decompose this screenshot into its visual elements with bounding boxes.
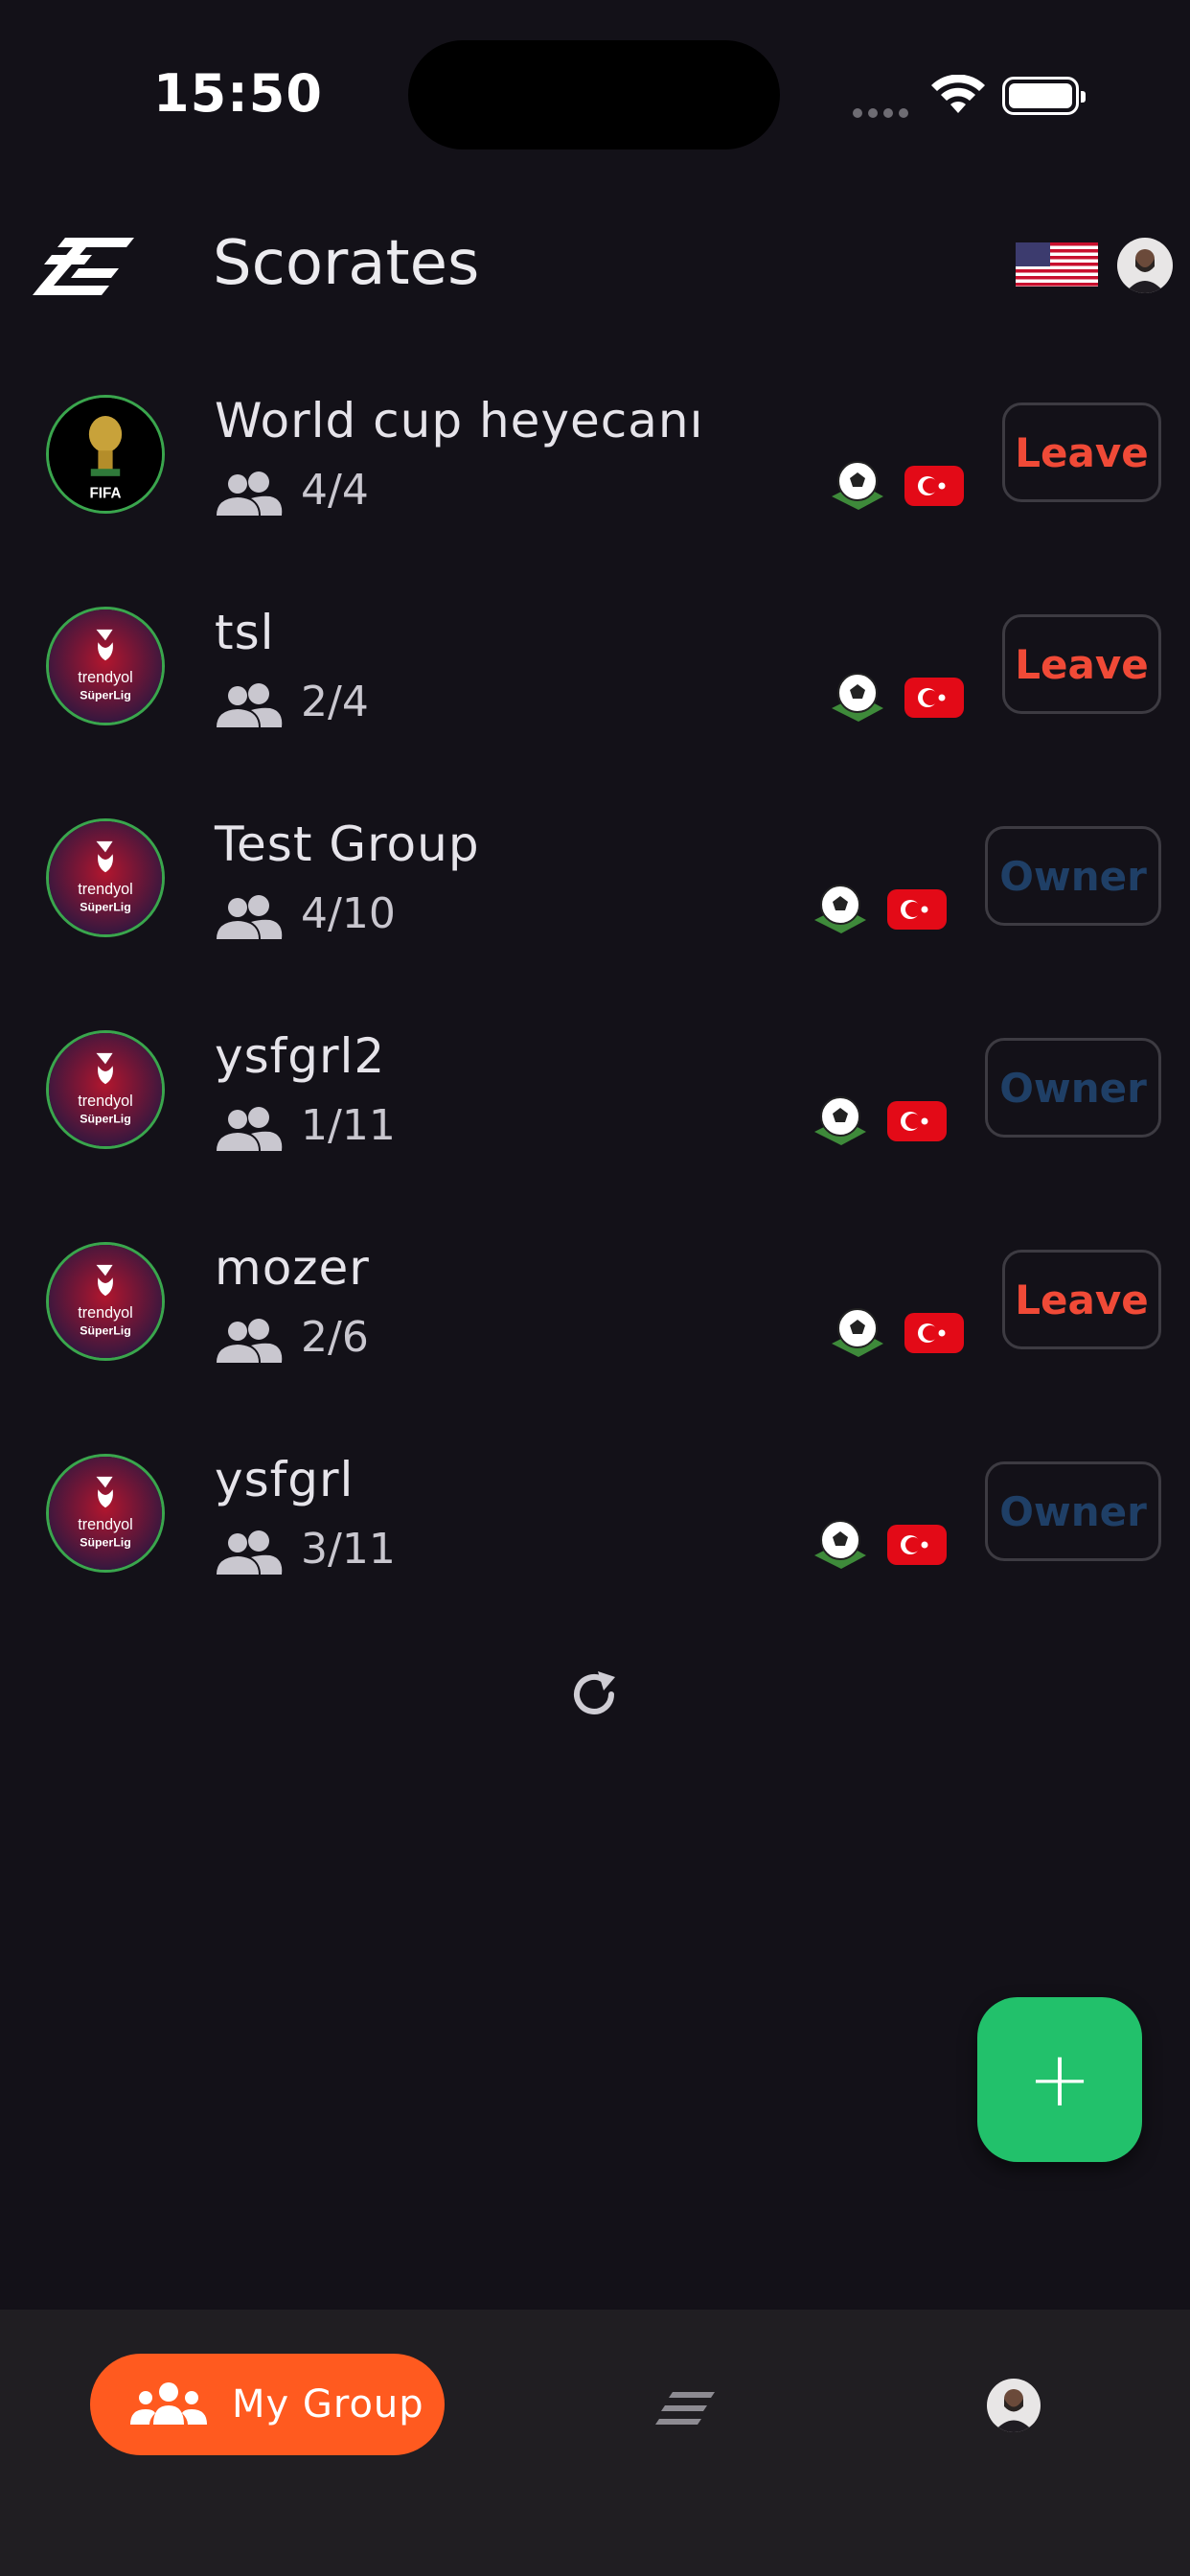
owner-button[interactable]: Owner: [985, 1461, 1161, 1561]
trendyol-superlig-logo: trendyol SüperLig: [46, 818, 165, 937]
logo-text: SüperLig: [80, 688, 131, 702]
trendyol-superlig-logo: trendyol SüperLig: [46, 1454, 165, 1573]
member-count-text: 4/10: [301, 889, 396, 938]
scorates-list-icon[interactable]: [655, 2390, 717, 2428]
status-time: 15:50: [153, 63, 323, 124]
bottom-navigation: My Group: [0, 2310, 1190, 2576]
battery-icon: [1002, 77, 1086, 115]
owner-button[interactable]: Owner: [985, 826, 1161, 926]
people-icon: [217, 1107, 283, 1151]
nav-profile-avatar[interactable]: [987, 2379, 1041, 2432]
wifi-icon: [931, 75, 985, 113]
plus-icon: +: [1027, 2035, 1092, 2124]
group-row[interactable]: trendyol SüperLig ysfgrl2 1/11 Owner: [0, 982, 1190, 1194]
logo-text: SüperLig: [80, 900, 131, 913]
logo-text: trendyol: [78, 881, 132, 898]
logo-text: FIFA: [90, 486, 122, 502]
turkey-flag-icon: [887, 1101, 947, 1141]
logo-text: trendyol: [78, 1092, 132, 1110]
add-group-button[interactable]: +: [977, 1997, 1142, 2162]
app-title: Scorates: [213, 228, 480, 299]
trendyol-superlig-logo: trendyol SüperLig: [46, 607, 165, 725]
refresh-icon[interactable]: [565, 1666, 623, 1723]
group-row[interactable]: trendyol SüperLig tsl 2/4 Leave: [0, 559, 1190, 770]
group-list: FIFA World cup heyecanı 4/4 Leave trendy…: [0, 347, 1190, 1618]
member-count-text: 2/6: [301, 1313, 369, 1362]
logo-text: trendyol: [78, 1304, 132, 1322]
group-name: World cup heyecanı: [215, 393, 704, 448]
leave-button[interactable]: Leave: [1002, 402, 1161, 502]
people-icon: [217, 472, 283, 516]
member-count-text: 1/11: [301, 1101, 396, 1150]
group-row[interactable]: FIFA World cup heyecanı 4/4 Leave: [0, 347, 1190, 559]
logo-text: SüperLig: [80, 1323, 131, 1337]
logo-text: SüperLig: [80, 1535, 131, 1549]
group-icon: [130, 2382, 207, 2425]
logo-text: trendyol: [78, 1516, 132, 1533]
owner-button[interactable]: Owner: [985, 1038, 1161, 1138]
user-avatar[interactable]: [1117, 238, 1173, 293]
football-icon: [814, 1520, 866, 1569]
member-count-text: 2/4: [301, 678, 369, 726]
turkey-flag-icon: [887, 1525, 947, 1565]
leave-button[interactable]: Leave: [1002, 614, 1161, 714]
group-row[interactable]: trendyol SüperLig mozer 2/6 Leave: [0, 1194, 1190, 1406]
trendyol-superlig-logo: trendyol SüperLig: [46, 1242, 165, 1361]
logo-text: SüperLig: [80, 1112, 131, 1125]
member-count-text: 4/4: [301, 466, 369, 515]
people-icon: [217, 683, 283, 727]
turkey-flag-icon: [904, 678, 964, 718]
member-count-text: 3/11: [301, 1525, 396, 1574]
group-name: ysfgrl: [215, 1452, 355, 1507]
group-row[interactable]: trendyol SüperLig Test Group 4/10 Owner: [0, 770, 1190, 982]
football-icon: [832, 461, 883, 510]
group-name: Test Group: [215, 816, 480, 872]
logo-text: trendyol: [78, 669, 132, 686]
group-row[interactable]: trendyol SüperLig ysfgrl 3/11 Owner: [0, 1406, 1190, 1618]
app-bar: Scorates: [0, 192, 1190, 345]
group-name: mozer: [215, 1240, 370, 1296]
group-name: ysfgrl2: [215, 1028, 386, 1084]
leave-button[interactable]: Leave: [1002, 1250, 1161, 1349]
trendyol-superlig-logo: trendyol SüperLig: [46, 1030, 165, 1149]
scorates-logo-icon[interactable]: [31, 230, 136, 303]
people-icon: [217, 1530, 283, 1575]
football-icon: [814, 885, 866, 933]
cellular-signal-icon: [853, 104, 914, 122]
turkey-flag-icon: [904, 466, 964, 506]
nav-my-group[interactable]: My Group: [90, 2354, 445, 2455]
group-name: tsl: [215, 605, 275, 660]
people-icon: [217, 1319, 283, 1363]
football-icon: [832, 673, 883, 722]
dynamic-island: [408, 40, 780, 150]
football-icon: [832, 1308, 883, 1357]
nav-my-group-label: My Group: [232, 2382, 424, 2426]
turkey-flag-icon: [887, 889, 947, 930]
fifa-world-cup-logo: FIFA: [46, 395, 165, 514]
turkey-flag-icon: [904, 1313, 964, 1353]
people-icon: [217, 895, 283, 939]
us-flag-icon[interactable]: [1016, 242, 1098, 287]
status-bar: 15:50: [0, 0, 1190, 192]
football-icon: [814, 1096, 866, 1145]
